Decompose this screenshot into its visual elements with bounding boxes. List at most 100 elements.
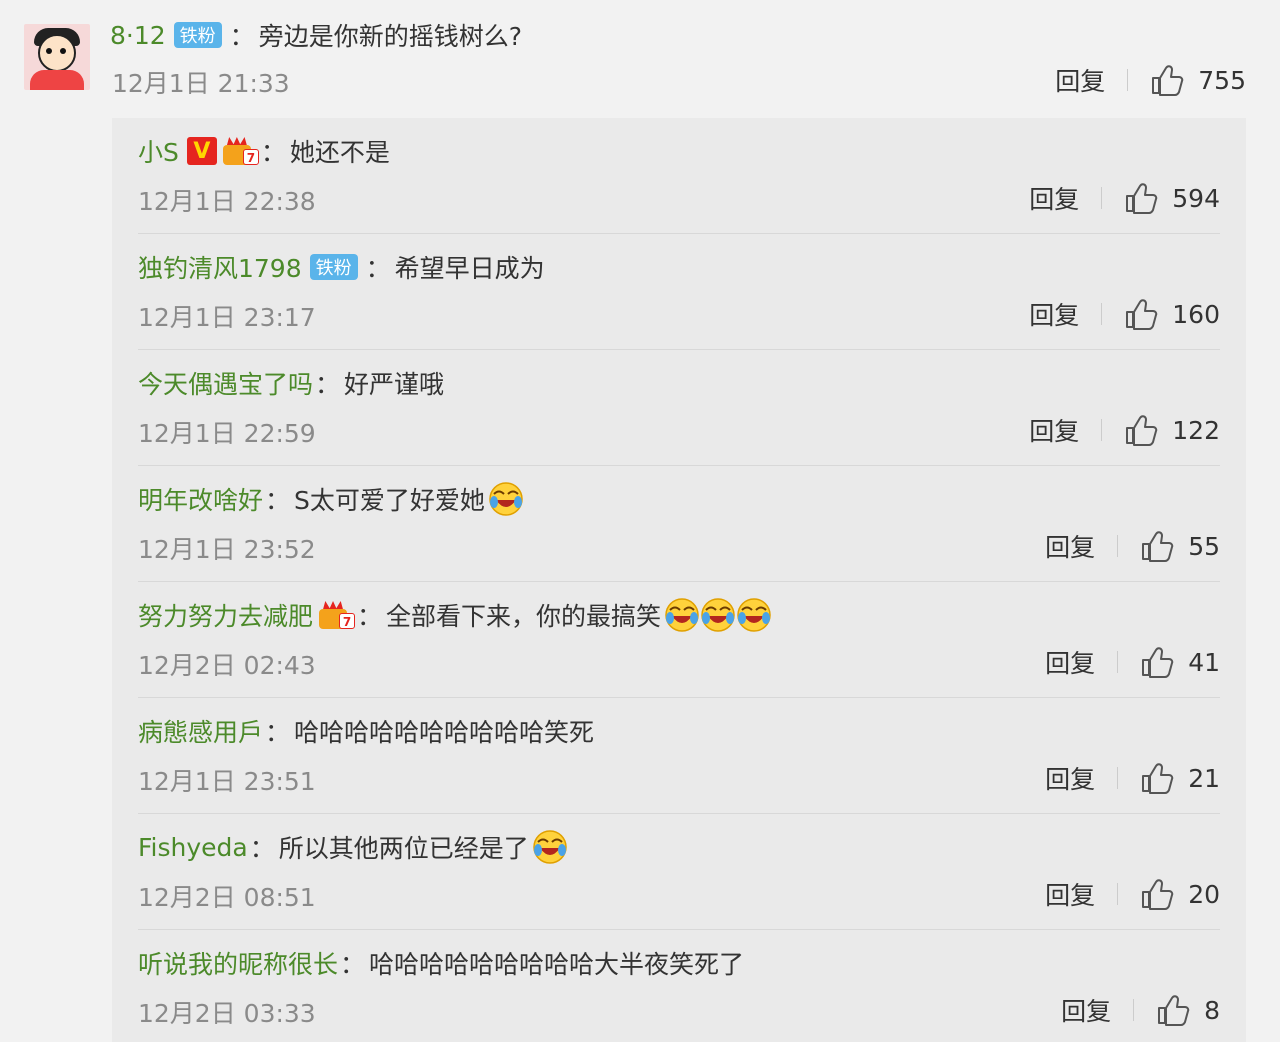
reply-text: 所以其他两位已经是了 (278, 834, 529, 863)
reply-actions: 回复 8 (1061, 992, 1220, 1028)
crown-badge-icon: 7 (319, 601, 356, 629)
colon: ： (265, 718, 291, 747)
fan-badge: 铁粉 (309, 254, 358, 280)
like-count: 41 (1188, 647, 1220, 677)
reply-line: 小S V 7：她还不是 (138, 132, 390, 170)
laugh-cry-emoji-icon (699, 596, 737, 634)
reply-time: 12月1日 23:17 (138, 303, 316, 332)
reply-line: 明年改啥好： S太可爱了好爱她 (138, 480, 525, 518)
username-link[interactable]: 努力努力去减肥 (138, 597, 313, 633)
username-link[interactable]: 8·12 (110, 21, 166, 50)
username-link[interactable]: 小S (138, 133, 179, 169)
colon: ： (357, 602, 383, 631)
reply-line: 独钓清风1798 铁粉 ：希望早日成为 (138, 248, 545, 286)
like-count: 122 (1172, 415, 1220, 445)
reply-item: 病態感用戶：哈哈哈哈哈哈哈哈哈哈笑死 12月1日 23:51 回复 21 (138, 698, 1220, 814)
thumbs-up-icon[interactable] (1156, 994, 1190, 1026)
reply-button[interactable]: 回复 (1029, 180, 1079, 216)
reply-time: 12月1日 23:51 (138, 767, 316, 796)
divider (1117, 535, 1119, 557)
reply-text: 好严谨哦 (344, 370, 445, 399)
avatar[interactable] (24, 24, 90, 90)
thumbs-up-icon[interactable] (1150, 64, 1184, 96)
divider (1101, 419, 1103, 441)
colon: ： (260, 138, 286, 167)
thumbs-up-icon[interactable] (1140, 530, 1174, 562)
divider (1101, 187, 1103, 209)
like-count: 594 (1172, 183, 1220, 213)
reply-text: S太可爱了好爱她 (294, 486, 485, 515)
reply-line: 听说我的昵称很长：哈哈哈哈哈哈哈哈哈大半夜笑死了 (138, 944, 744, 982)
reply-line: 努力努力去减肥 7：全部看下来，你的最搞笑 (138, 596, 773, 634)
reply-item: Fishyeda：所以其他两位已经是了 12月2日 08:51 回复 20 (138, 814, 1220, 930)
reply-actions: 回复 21 (1045, 760, 1220, 796)
thumbs-up-icon[interactable] (1124, 182, 1158, 214)
comment-page: 8·12 铁粉 ： 旁边是你新的摇钱树么? 12月1日 21:33 回复 755… (0, 0, 1280, 1042)
fan-badge: 铁粉 (173, 22, 222, 48)
divider (1133, 999, 1135, 1021)
like-count: 20 (1188, 879, 1220, 909)
reply-button[interactable]: 回复 (1045, 644, 1095, 680)
thumbs-up-icon[interactable] (1140, 762, 1174, 794)
reply-button[interactable]: 回复 (1045, 528, 1095, 564)
laugh-cry-emoji-icon (735, 596, 773, 634)
like-count: 55 (1188, 531, 1220, 561)
reply-actions: 回复 20 (1045, 876, 1220, 912)
like-count: 8 (1204, 995, 1220, 1025)
comment-text: 旁边是你新的摇钱树么? (258, 22, 522, 51)
username-link[interactable]: 病態感用戶 (138, 713, 263, 749)
colon: ： (265, 486, 291, 515)
top-comment-line: 8·12 铁粉 ： 旁边是你新的摇钱树么? (110, 16, 522, 54)
thumbs-up-icon[interactable] (1140, 878, 1174, 910)
like-count: 21 (1188, 763, 1220, 793)
reply-actions: 回复 160 (1029, 296, 1220, 332)
reply-time: 12月2日 08:51 (138, 883, 316, 912)
reply-line: Fishyeda：所以其他两位已经是了 (138, 828, 569, 866)
username-link[interactable]: 独钓清风1798 (138, 249, 302, 285)
reply-button[interactable]: 回复 (1045, 876, 1095, 912)
reply-line: 今天偶遇宝了吗：好严谨哦 (138, 364, 444, 402)
reply-button[interactable]: 回复 (1045, 760, 1095, 796)
reply-button[interactable]: 回复 (1055, 62, 1105, 98)
reply-item: 小S V 7：她还不是 12月1日 22:38 回复 594 (138, 118, 1220, 234)
reply-actions: 回复 594 (1029, 180, 1220, 216)
divider (1127, 69, 1129, 91)
username-link[interactable]: 今天偶遇宝了吗 (138, 365, 313, 401)
username-link[interactable]: 听说我的昵称很长 (138, 945, 338, 981)
reply-item: 努力努力去减肥 7：全部看下来，你的最搞笑 12月2日 02:43 回复 41 (138, 582, 1220, 698)
reply-actions: 回复 41 (1045, 644, 1220, 680)
thumbs-up-icon[interactable] (1140, 646, 1174, 678)
like-count: 755 (1198, 65, 1246, 95)
reply-line: 病態感用戶：哈哈哈哈哈哈哈哈哈哈笑死 (138, 712, 594, 750)
reply-time: 12月1日 22:59 (138, 419, 316, 448)
reply-button[interactable]: 回复 (1029, 296, 1079, 332)
divider (1101, 303, 1103, 325)
divider (1117, 767, 1119, 789)
reply-item: 今天偶遇宝了吗：好严谨哦 12月1日 22:59 回复 122 (138, 350, 1220, 466)
reply-item: 独钓清风1798 铁粉 ：希望早日成为 12月1日 23:17 回复 160 (138, 234, 1220, 350)
verified-v-badge: V (186, 137, 217, 165)
laugh-cry-emoji-icon (663, 596, 701, 634)
thumbs-up-icon[interactable] (1124, 414, 1158, 446)
reply-text: 她还不是 (289, 138, 390, 167)
username-link[interactable]: 明年改啥好 (138, 481, 263, 517)
comment-actions: 回复 755 (1055, 62, 1246, 98)
like-count: 160 (1172, 299, 1220, 329)
laugh-cry-emoji-icon (531, 828, 569, 866)
reply-actions: 回复 122 (1029, 412, 1220, 448)
colon: ： (340, 950, 366, 979)
reply-time: 12月2日 03:33 (138, 999, 316, 1028)
reply-time: 12月1日 23:52 (138, 535, 316, 564)
reply-item: 听说我的昵称很长：哈哈哈哈哈哈哈哈哈大半夜笑死了 12月2日 03:33 回复 8 (138, 930, 1220, 1042)
colon: ： (365, 254, 391, 283)
laugh-cry-emoji-icon (487, 480, 525, 518)
replies-list: 小S V 7：她还不是 12月1日 22:38 回复 594 独钓清风1798 铁粉：希望早日… (112, 118, 1246, 1042)
thumbs-up-icon[interactable] (1124, 298, 1158, 330)
reply-item: 明年改啥好： S太可爱了好爱她 12月1日 23:52 回复 55 (138, 466, 1220, 582)
reply-button[interactable]: 回复 (1029, 412, 1079, 448)
username-link[interactable]: Fishyeda (138, 833, 248, 862)
reply-button[interactable]: 回复 (1061, 992, 1111, 1028)
reply-text: 全部看下来，你的最搞笑 (386, 602, 662, 631)
reply-time: 12月1日 22:38 (138, 187, 316, 216)
reply-actions: 回复 55 (1045, 528, 1220, 564)
